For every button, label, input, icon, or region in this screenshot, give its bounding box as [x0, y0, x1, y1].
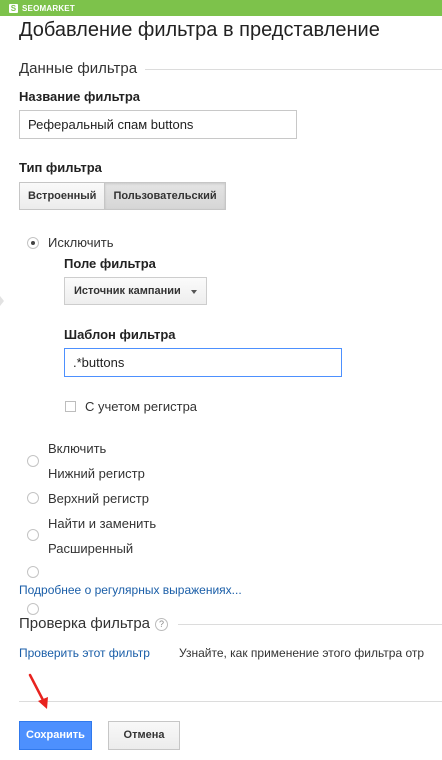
filter-pattern-label: Шаблон фильтра	[64, 327, 176, 342]
brand-name: SEOMARKET	[22, 3, 75, 13]
page-title: Добавление фильтра в представление	[19, 19, 380, 41]
left-edge-marker	[0, 296, 4, 306]
filter-type-predefined-button[interactable]: Встроенный	[19, 182, 106, 210]
filter-type-custom-button[interactable]: Пользовательский	[105, 182, 226, 210]
uppercase-radio[interactable]	[27, 529, 39, 541]
filter-pattern-input[interactable]	[64, 348, 342, 377]
chevron-down-icon	[191, 290, 197, 294]
case-sensitive-checkbox[interactable]	[65, 401, 76, 412]
exclude-label: Исключить	[48, 235, 114, 250]
exclude-radio[interactable]	[27, 237, 39, 249]
seomarket-logo-icon: S	[9, 3, 18, 13]
filter-type-label: Тип фильтра	[19, 160, 102, 175]
verify-filter-link[interactable]: Проверить этот фильтр	[19, 646, 150, 660]
filter-data-section-title: Данные фильтра	[19, 60, 138, 77]
filter-field-label: Поле фильтра	[64, 256, 156, 271]
uppercase-label: Верхний регистр	[48, 491, 149, 506]
brand: S SEOMARKET	[9, 3, 75, 13]
red-arrow-icon	[28, 673, 48, 709]
filter-type-toggle: Встроенный Пользовательский	[19, 182, 226, 210]
section-divider	[178, 624, 442, 625]
question-icon[interactable]: ?	[155, 618, 168, 631]
lowercase-radio[interactable]	[27, 492, 39, 504]
filter-field-dropdown[interactable]: Источник кампании	[64, 277, 207, 305]
filter-name-label: Название фильтра	[19, 89, 140, 104]
case-sensitive-label: С учетом регистра	[85, 399, 198, 414]
verify-description: Узнайте, как применение этого фильтра от…	[179, 646, 425, 660]
verify-section-title: Проверка фильтра	[19, 615, 151, 632]
filter-name-input[interactable]	[19, 110, 297, 139]
advanced-label: Расширенный	[48, 541, 134, 556]
lowercase-label: Нижний регистр	[48, 466, 145, 481]
include-label: Включить	[48, 441, 107, 456]
search-replace-label: Найти и заменить	[48, 516, 157, 531]
regex-help-link[interactable]: Подробнее о регулярных выражениях...	[19, 583, 242, 597]
cancel-button[interactable]: Отмена	[108, 721, 180, 750]
advanced-radio[interactable]	[27, 603, 39, 615]
section-divider	[145, 69, 442, 70]
include-radio[interactable]	[27, 455, 39, 467]
actions-divider	[19, 701, 442, 702]
search-replace-radio[interactable]	[27, 566, 39, 578]
save-button[interactable]: Сохранить	[19, 721, 92, 750]
filter-field-value: Источник кампании	[74, 285, 181, 297]
